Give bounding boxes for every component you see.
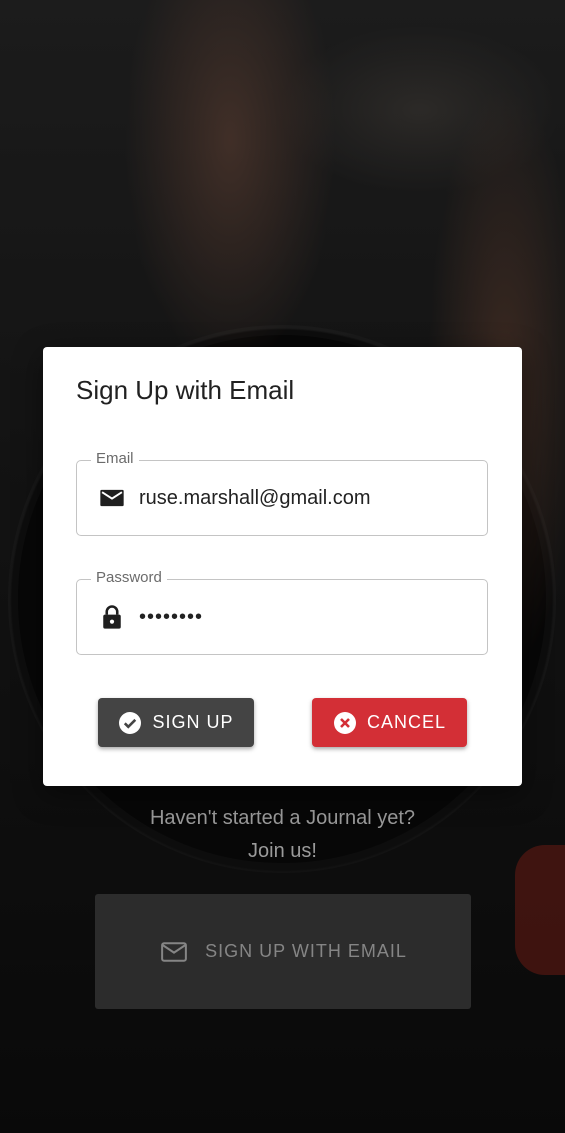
mail-outline-icon xyxy=(161,941,188,962)
sign-up-dialog: Sign Up with Email Email Password ••••• xyxy=(43,347,522,786)
app-screen: Haven't started a Journal yet? Join us! … xyxy=(0,0,565,1133)
password-field[interactable]: Password •••••••• xyxy=(76,568,488,655)
check-circle-icon xyxy=(119,711,142,734)
sign-up-button[interactable]: SIGN UP xyxy=(98,698,254,747)
email-field-label: Email xyxy=(91,449,139,469)
mail-icon xyxy=(97,483,127,513)
email-field[interactable]: Email xyxy=(76,449,488,536)
dialog-title: Sign Up with Email xyxy=(76,375,295,405)
sign-up-with-email-button[interactable]: SIGN UP WITH EMAIL xyxy=(95,894,471,1009)
sign-up-with-email-label: SIGN UP WITH EMAIL xyxy=(205,941,407,961)
join-prompt-line2: Join us! xyxy=(248,840,317,862)
join-prompt: Haven't started a Journal yet? Join us! xyxy=(0,802,565,868)
password-input[interactable]: •••••••• xyxy=(139,606,459,629)
email-input[interactable] xyxy=(139,486,459,510)
join-prompt-line1: Haven't started a Journal yet? xyxy=(149,807,416,829)
cancel-button[interactable]: CANCEL xyxy=(312,698,467,747)
close-circle-icon xyxy=(333,711,356,734)
lock-icon xyxy=(97,602,127,632)
sign-up-label: SIGN UP xyxy=(152,712,234,732)
cancel-label: CANCEL xyxy=(366,712,447,732)
password-field-label: Password xyxy=(91,568,167,588)
